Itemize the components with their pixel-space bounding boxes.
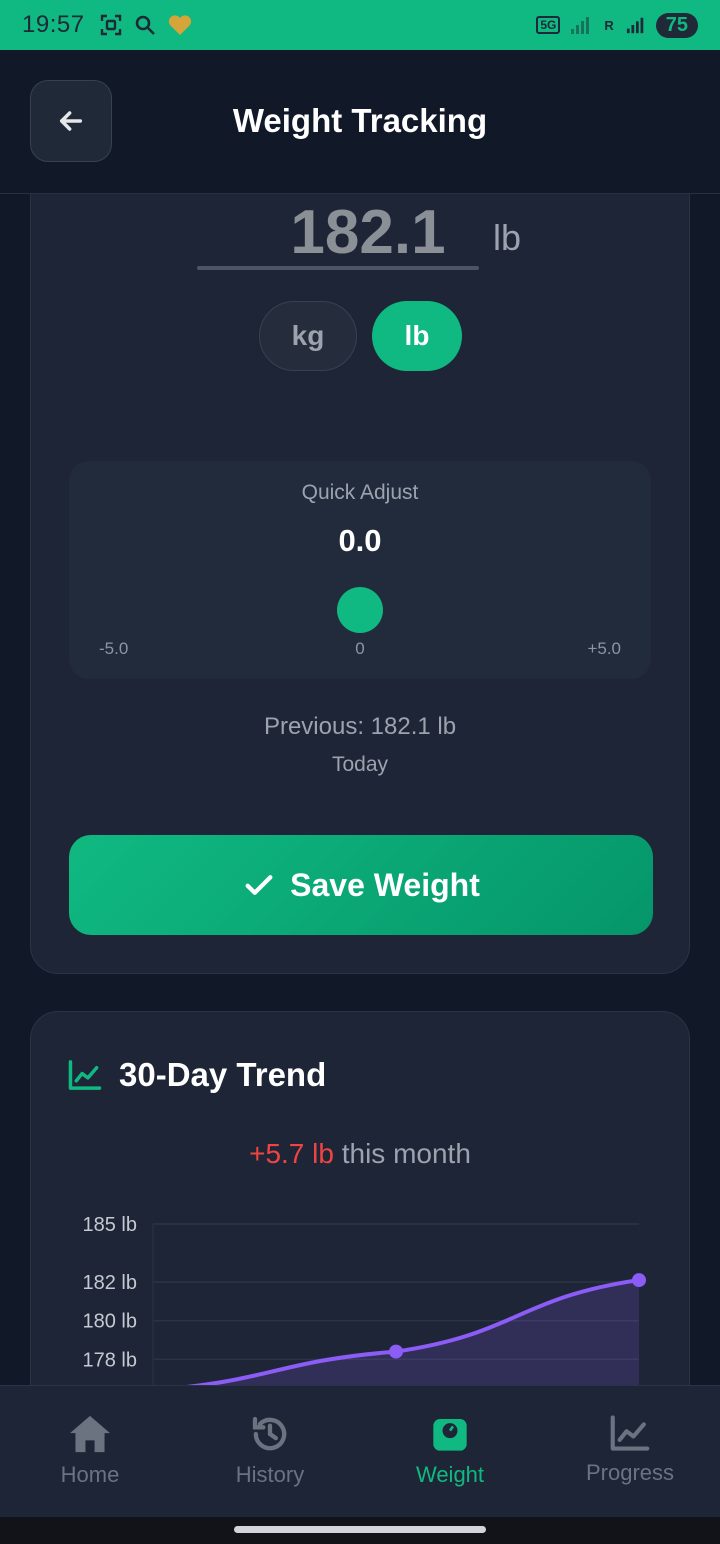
weight-input[interactable]: 182.1 — [227, 197, 509, 268]
page-title: Weight Tracking — [232, 102, 488, 139]
chart-line-icon — [610, 1415, 650, 1451]
signal-icon-2 — [626, 17, 644, 34]
screenshot-icon — [100, 14, 121, 36]
unit-lb-button[interactable]: lb — [372, 301, 462, 371]
nav-item-history[interactable]: History — [180, 1386, 360, 1517]
gesture-area — [0, 1517, 720, 1544]
bottom-nav: Home History Weight Progress — [0, 1385, 720, 1517]
weight-input-underline — [197, 266, 479, 270]
search-icon — [135, 15, 155, 35]
scale-icon — [433, 1419, 467, 1451]
nav-item-weight[interactable]: Weight — [360, 1386, 540, 1517]
chart-y-tick-label: 180 lb — [83, 1311, 138, 1333]
previous-weight: Previous: 182.1 lb — [263, 713, 457, 740]
network-type-badge: 5G — [536, 16, 561, 34]
slider-mid-label: 0 — [355, 639, 365, 658]
status-time: 19:57 — [22, 11, 85, 38]
check-icon — [245, 875, 273, 895]
trend-chart: 185 lb 182 lb 180 lb 178 lb — [83, 1214, 646, 1432]
quick-adjust-panel: Quick Adjust 0.0 -5.0 0 +5.0 — [69, 461, 651, 679]
weight-entry-card: 182.1 lb kg lb Quick Adjust 0.0 -5.0 0 +… — [30, 150, 690, 974]
quick-adjust-slider-thumb[interactable] — [337, 587, 383, 633]
save-weight-label: Save Weight — [290, 866, 480, 903]
status-system-icons: 5G R 75 — [536, 12, 698, 38]
roaming-badge: R — [604, 17, 614, 33]
nav-label-history: History — [235, 1462, 305, 1487]
quick-adjust-value: 0.0 — [338, 523, 382, 558]
unit-kg-button[interactable]: kg — [259, 301, 357, 371]
status-bar: 19:57 5G R 75 — [0, 0, 720, 50]
previous-weight-date: Today — [331, 753, 389, 776]
chart-y-tick-label: 182 lb — [83, 1272, 138, 1294]
home-icon — [70, 1415, 110, 1453]
weight-unit-label: lb — [493, 217, 522, 258]
battery-indicator: 75 — [655, 12, 698, 38]
trend-card: 30-Day Trend +5.7 lb this month 185 lb 18… — [30, 1011, 690, 1432]
heart-icon — [168, 15, 191, 35]
slider-max-label: +5.0 — [587, 639, 621, 658]
nav-item-home[interactable]: Home — [0, 1386, 180, 1517]
nav-label-weight: Weight — [415, 1462, 485, 1487]
history-icon — [252, 1416, 287, 1451]
nav-label-progress: Progress — [585, 1460, 675, 1485]
status-notification-icons — [99, 13, 193, 37]
nav-item-progress[interactable]: Progress — [540, 1386, 720, 1517]
chart-y-tick-label: 185 lb — [83, 1214, 138, 1236]
quick-adjust-label: Quick Adjust — [301, 481, 419, 504]
chart-y-tick-label: 178 lb — [83, 1349, 138, 1371]
nav-label-home: Home — [60, 1462, 120, 1487]
chart-data-point — [632, 1273, 646, 1288]
app-header: Weight Tracking — [0, 50, 720, 194]
home-gesture-bar[interactable] — [234, 1526, 486, 1533]
save-weight-button[interactable]: Save Weight — [69, 835, 653, 935]
chart-data-point — [389, 1344, 403, 1359]
signal-icon — [571, 17, 590, 34]
